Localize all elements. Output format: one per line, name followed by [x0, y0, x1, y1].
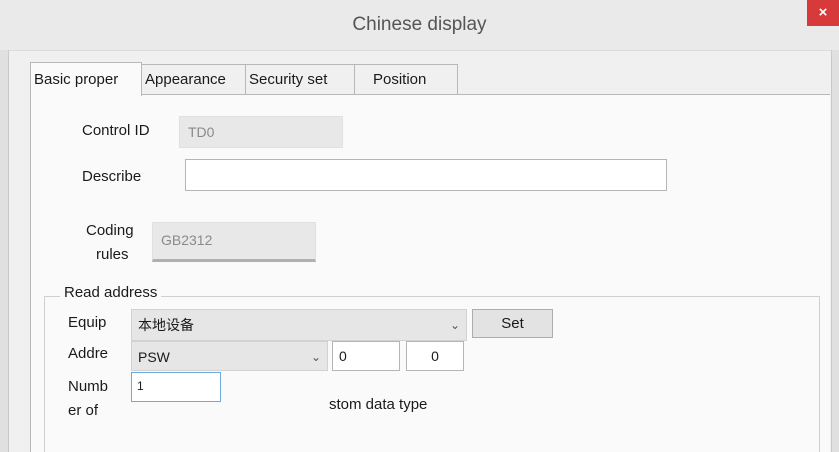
- describe-input[interactable]: [185, 159, 667, 191]
- set-button[interactable]: Set: [472, 309, 553, 338]
- equip-select[interactable]: 本地设备 ⌄: [131, 309, 467, 341]
- control-id-value: TD0: [188, 124, 215, 140]
- close-icon: ×: [818, 4, 828, 21]
- tab-position[interactable]: Position: [354, 64, 458, 94]
- number-of-value: 1: [137, 379, 144, 393]
- number-of-input[interactable]: 1: [131, 372, 221, 402]
- address-number-input-1[interactable]: 0: [332, 341, 400, 371]
- tab-label: Basic proper: [34, 71, 119, 88]
- read-address-title: Read address: [60, 284, 162, 301]
- window-border-right: [831, 50, 839, 452]
- tab-label: Security set: [249, 71, 328, 88]
- number-of-label-line1: Numb: [68, 378, 109, 395]
- address-number-1: 0: [339, 348, 347, 364]
- describe-label: Describe: [82, 168, 142, 185]
- close-button[interactable]: ×: [807, 0, 839, 26]
- tab-security-settings[interactable]: Security set: [245, 64, 355, 94]
- chevron-down-icon: ⌄: [310, 350, 321, 364]
- tab-appearance[interactable]: Appearance: [141, 64, 246, 94]
- coding-rules-value: GB2312: [161, 232, 213, 248]
- window-title: Chinese display: [352, 14, 487, 35]
- tab-label: Appearance: [145, 71, 226, 88]
- chevron-down-icon: ⌄: [449, 318, 460, 332]
- address-number-2: 0: [431, 348, 439, 364]
- tab-label: Position: [373, 71, 427, 88]
- coding-rules-label-line2: rules: [96, 246, 129, 263]
- control-id-field: TD0: [179, 116, 343, 148]
- window-border-left: [0, 50, 9, 452]
- coding-rules-field: GB2312: [152, 222, 316, 262]
- equip-value: 本地设备: [138, 317, 194, 333]
- number-of-label-line2: er of: [68, 402, 99, 419]
- custom-data-type-label[interactable]: stom data type: [329, 396, 427, 413]
- control-id-label: Control ID: [82, 122, 150, 139]
- address-type-value: PSW: [138, 349, 170, 365]
- equip-label: Equip: [68, 314, 107, 331]
- address-number-input-2[interactable]: 0: [406, 341, 464, 371]
- coding-rules-label-line1: Coding: [86, 222, 134, 239]
- address-label: Addre: [68, 345, 109, 362]
- set-button-label: Set: [501, 315, 524, 332]
- tab-basic-properties[interactable]: Basic proper: [30, 62, 142, 96]
- title-bar: Chinese display ×: [0, 0, 839, 51]
- address-type-select[interactable]: PSW ⌄: [131, 341, 328, 371]
